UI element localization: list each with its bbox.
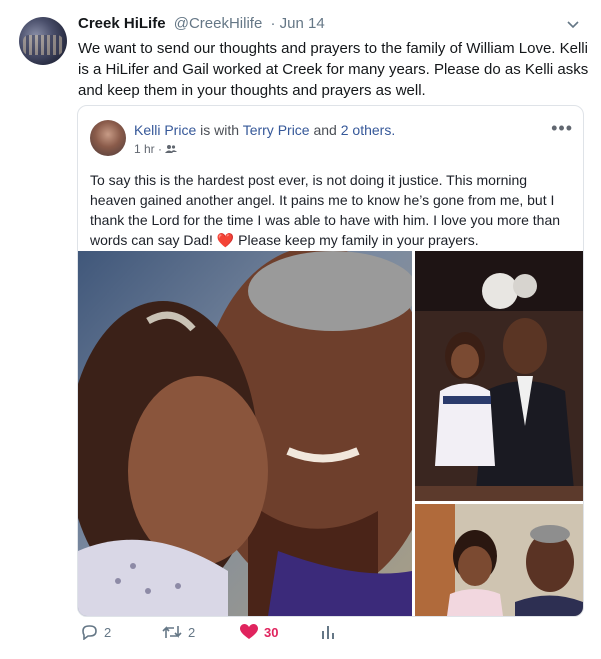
photo-main[interactable] [78, 251, 412, 616]
others-link[interactable]: 2 others. [341, 122, 395, 138]
retweet-icon [162, 626, 182, 638]
avatar[interactable] [19, 17, 67, 65]
tweet-text: We want to send our thoughts and prayers… [78, 40, 589, 99]
post-time-text: 1 hr · [134, 142, 163, 156]
handle[interactable]: @CreekHilife [174, 15, 263, 32]
friends-icon [165, 145, 178, 153]
author-avatar[interactable] [90, 120, 126, 156]
like-button[interactable]: 30 [240, 624, 278, 640]
author-name[interactable]: Kelli Price [134, 122, 196, 138]
tagged-person[interactable]: Terry Price [243, 122, 310, 138]
tweet-header: Creek HiLife @CreekHilife · Jun 14 [78, 15, 325, 32]
post-time[interactable]: 1 hr · [134, 142, 178, 156]
and-text: and [313, 122, 337, 138]
reply-count: 2 [104, 624, 112, 640]
embedded-post[interactable]: Kelli Price is with Terry Price and 2 ot… [77, 105, 584, 617]
with-text: is with [200, 122, 240, 138]
post-author-line: Kelli Price is with Terry Price and 2 ot… [134, 122, 395, 138]
heart-emoji: ❤️ [216, 232, 235, 248]
photo-top-right[interactable] [415, 251, 583, 501]
reply-icon [82, 625, 97, 640]
tweet: Creek HiLife @CreekHilife · Jun 14 We wa… [0, 0, 601, 659]
chevron-down-icon[interactable] [566, 18, 580, 32]
retweet-count: 2 [188, 624, 196, 640]
analytics-icon [322, 626, 334, 639]
more-options-icon[interactable]: ••• [551, 118, 573, 139]
heart-icon [240, 624, 258, 639]
retweet-button[interactable]: 2 [162, 624, 195, 640]
tweet-date[interactable]: · Jun 14 [270, 15, 324, 32]
analytics-button[interactable] [321, 624, 335, 640]
reply-button[interactable]: 2 [80, 624, 111, 640]
display-name[interactable]: Creek HiLife [78, 15, 166, 32]
like-count: 30 [264, 624, 279, 640]
post-text-end: Please keep my family in your prayers. [238, 232, 479, 248]
photo-bottom-right[interactable] [415, 504, 583, 616]
action-bar: 2 2 30 [78, 620, 578, 648]
post-text: To say this is the hardest post ever, is… [90, 170, 575, 250]
